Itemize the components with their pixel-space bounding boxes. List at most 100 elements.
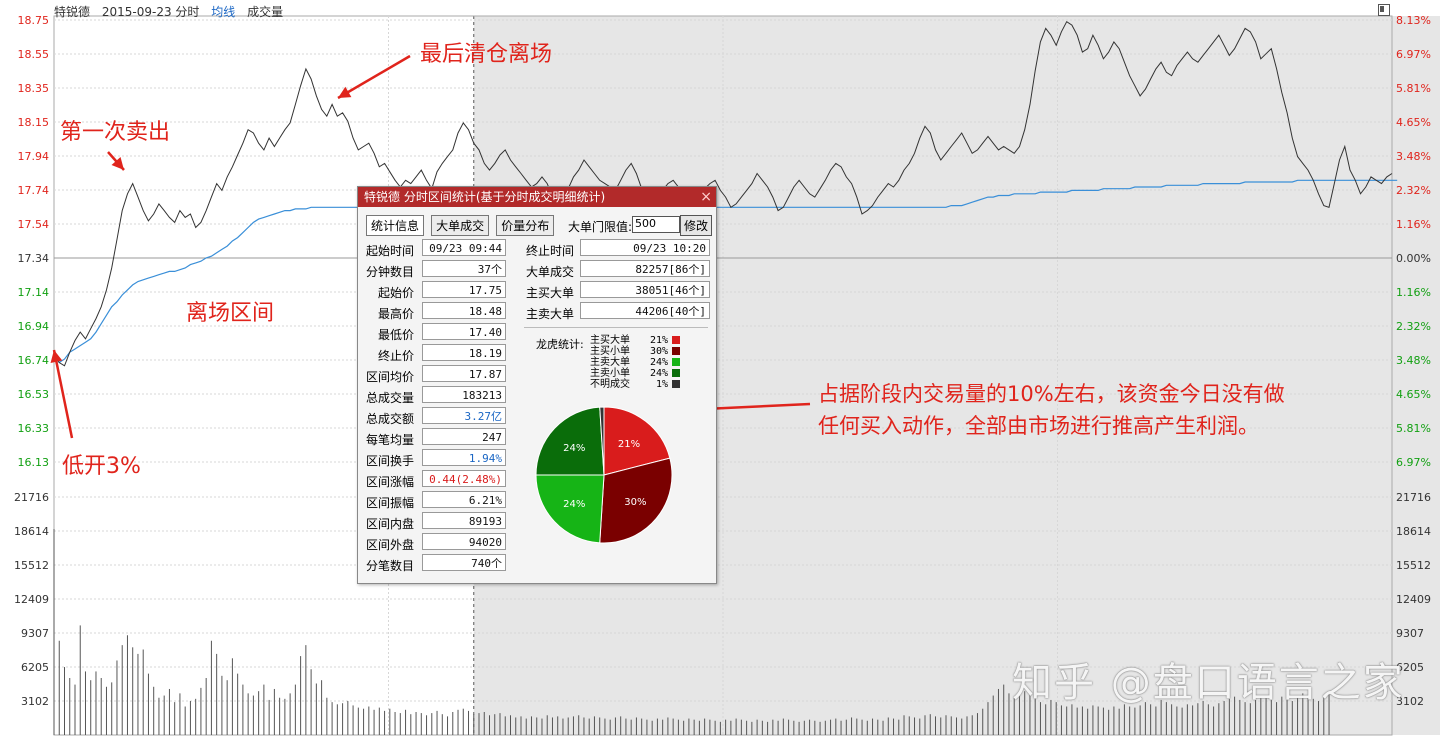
intraday-chart: 18.75 8.13% 18.55 6.97% 18.35 5.81% 18.15 4.65%… xyxy=(14,14,1440,736)
stat-value: 44206[40个] xyxy=(580,302,710,319)
stat-label: 起始时间 xyxy=(358,239,414,258)
price-tick-label: 17.94 xyxy=(18,150,50,163)
price-tick-label: 18.55 xyxy=(18,48,50,61)
stat-label-text: 区间涨幅 xyxy=(365,475,414,489)
threshold-label: 大单门限值: xyxy=(568,220,633,234)
volume-tick-label: 6205 xyxy=(21,661,49,674)
stat-label-text: 终止价 xyxy=(377,349,414,363)
stat-label-text: 起始时间 xyxy=(365,244,414,258)
pie-slice-label: 24% xyxy=(563,443,585,454)
interval-stats-dialog[interactable]: 特锐德 分时区间统计(基于分时成交明细统计) × 统计信息 大单成交 价量分布 … xyxy=(357,186,717,584)
volume-tick-label: 3102 xyxy=(21,695,49,708)
stat-label-text: 终止时间 xyxy=(525,244,574,258)
stat-value: 38051[46个] xyxy=(580,281,710,298)
stat-value: 6.21% xyxy=(422,491,506,508)
price-tick-label: 17.14 xyxy=(18,286,50,299)
lh-swatch xyxy=(672,369,680,377)
dialog-title-bar[interactable]: 特锐德 分时区间统计(基于分时成交明细统计) × xyxy=(358,187,716,207)
lh-swatch xyxy=(672,347,680,355)
annotation-final-exit: 最后清仓离场 xyxy=(420,42,553,67)
stat-value: 183213 xyxy=(422,386,506,403)
price-tick-label: 17.74 xyxy=(18,184,50,197)
price-tick-label: 16.13 xyxy=(18,456,50,469)
lh-value: 30% xyxy=(649,346,668,357)
tab-large-orders[interactable]: 大单成交 xyxy=(431,215,490,236)
pct-tick-label: 0.00% xyxy=(1396,252,1431,265)
stat-label: 区间振幅 xyxy=(358,491,414,510)
header-volume[interactable]: 成交量 xyxy=(247,5,283,19)
stat-value: 1.94% xyxy=(422,449,506,466)
lh-value: 1% xyxy=(655,379,668,390)
stat-label: 总成交量 xyxy=(358,386,414,405)
pct-tick-label: 2.32% xyxy=(1396,320,1431,333)
stat-value: 09/23 09:44 xyxy=(422,239,506,256)
stat-value: 18.48 xyxy=(422,302,506,319)
stat-value: 37个 xyxy=(422,260,506,277)
threshold-input[interactable]: 500 xyxy=(632,216,680,233)
price-tick-label: 16.53 xyxy=(18,388,50,401)
header-stock: 特锐德 xyxy=(54,5,91,19)
stat-value: 0.44(2.48%) xyxy=(422,470,506,487)
header-avg-line[interactable]: 均线 xyxy=(211,5,235,19)
close-icon[interactable]: × xyxy=(700,187,712,207)
lh-row: 主卖小单 24% xyxy=(590,368,680,379)
lh-swatch xyxy=(672,380,680,388)
stat-value: 740个 xyxy=(422,554,506,571)
volume-tick-label: 12409 xyxy=(14,593,49,606)
stat-label: 每笔均量 xyxy=(358,428,414,447)
stat-label-text: 总成交额 xyxy=(365,412,414,426)
lh-name: 不明成交 xyxy=(590,379,630,390)
arrow-shaft xyxy=(337,54,411,100)
lh-value: 24% xyxy=(649,368,668,379)
pct-tick-label: 4.65% xyxy=(1396,388,1431,401)
price-tick-label: 18.75 xyxy=(18,14,50,27)
pie-slice-label: 24% xyxy=(563,499,585,510)
arrow-shaft xyxy=(52,349,74,439)
tab-price-volume[interactable]: 价量分布 xyxy=(496,215,555,236)
tab-stats-info[interactable]: 统计信息 xyxy=(366,215,425,236)
lh-swatch xyxy=(672,358,680,366)
price-tick-label: 18.35 xyxy=(18,82,50,95)
stat-value: 94020 xyxy=(422,533,506,550)
stat-label: 最低价 xyxy=(358,323,414,342)
volume-tick-label-right: 12409 xyxy=(1396,593,1431,606)
pie-slice-label: 21% xyxy=(618,439,640,450)
panel-toggle-icon[interactable] xyxy=(1378,4,1390,16)
modify-button[interactable]: 修改 xyxy=(680,215,713,236)
lh-name: 主买小单 xyxy=(590,346,630,357)
lh-swatch xyxy=(672,336,680,344)
pct-tick-label: 6.97% xyxy=(1396,48,1431,61)
stat-label: 总成交额 xyxy=(358,407,414,426)
dialog-separator xyxy=(524,327,708,328)
stat-label-text: 区间振幅 xyxy=(365,496,414,510)
price-tick-label: 18.15 xyxy=(18,116,50,129)
chart-header: 特锐德 2015-09-23 分时 均线 成交量 xyxy=(54,3,291,20)
lh-name: 主买大单 xyxy=(590,335,630,346)
pct-tick-label: 5.81% xyxy=(1396,82,1431,95)
lh-value: 21% xyxy=(649,335,668,346)
stat-value: 17.75 xyxy=(422,281,506,298)
stat-label: 分钟数目 xyxy=(358,260,414,279)
stat-label: 区间换手 xyxy=(358,449,414,468)
annotation-note-line2: 任何买入动作，全部由市场进行推高产生利润。 xyxy=(818,414,1259,438)
pct-tick-label: 6.97% xyxy=(1396,456,1431,469)
stat-label: 大单成交 xyxy=(518,260,574,279)
stat-label: 区间外盘 xyxy=(358,533,414,552)
lh-title: 龙虎统计: xyxy=(536,338,584,351)
price-tick-label: 17.34 xyxy=(18,252,50,265)
lh-row: 不明成交 1% xyxy=(590,379,680,390)
stat-label: 分笔数目 xyxy=(358,554,414,573)
stat-label: 区间涨幅 xyxy=(358,470,414,489)
pct-tick-label: 5.81% xyxy=(1396,422,1431,435)
stat-label: 主买大单 xyxy=(518,281,574,300)
lh-row: 主卖大单 24% xyxy=(590,357,680,368)
stat-value: 17.40 xyxy=(422,323,506,340)
lh-row: 主买小单 30% xyxy=(590,346,680,357)
annotation-exit-zone: 离场区间 xyxy=(186,301,275,326)
annotation-note-line1: 占据阶段内交易量的10%左右，该资金今日没有做 xyxy=(818,382,1285,406)
lh-name: 主卖大单 xyxy=(590,357,630,368)
stat-value: 09/23 10:20 xyxy=(580,239,710,256)
header-date-mode: 2015-09-23 分时 xyxy=(101,5,200,19)
stat-label: 区间均价 xyxy=(358,365,414,384)
stat-label-text: 分笔数目 xyxy=(365,559,414,573)
